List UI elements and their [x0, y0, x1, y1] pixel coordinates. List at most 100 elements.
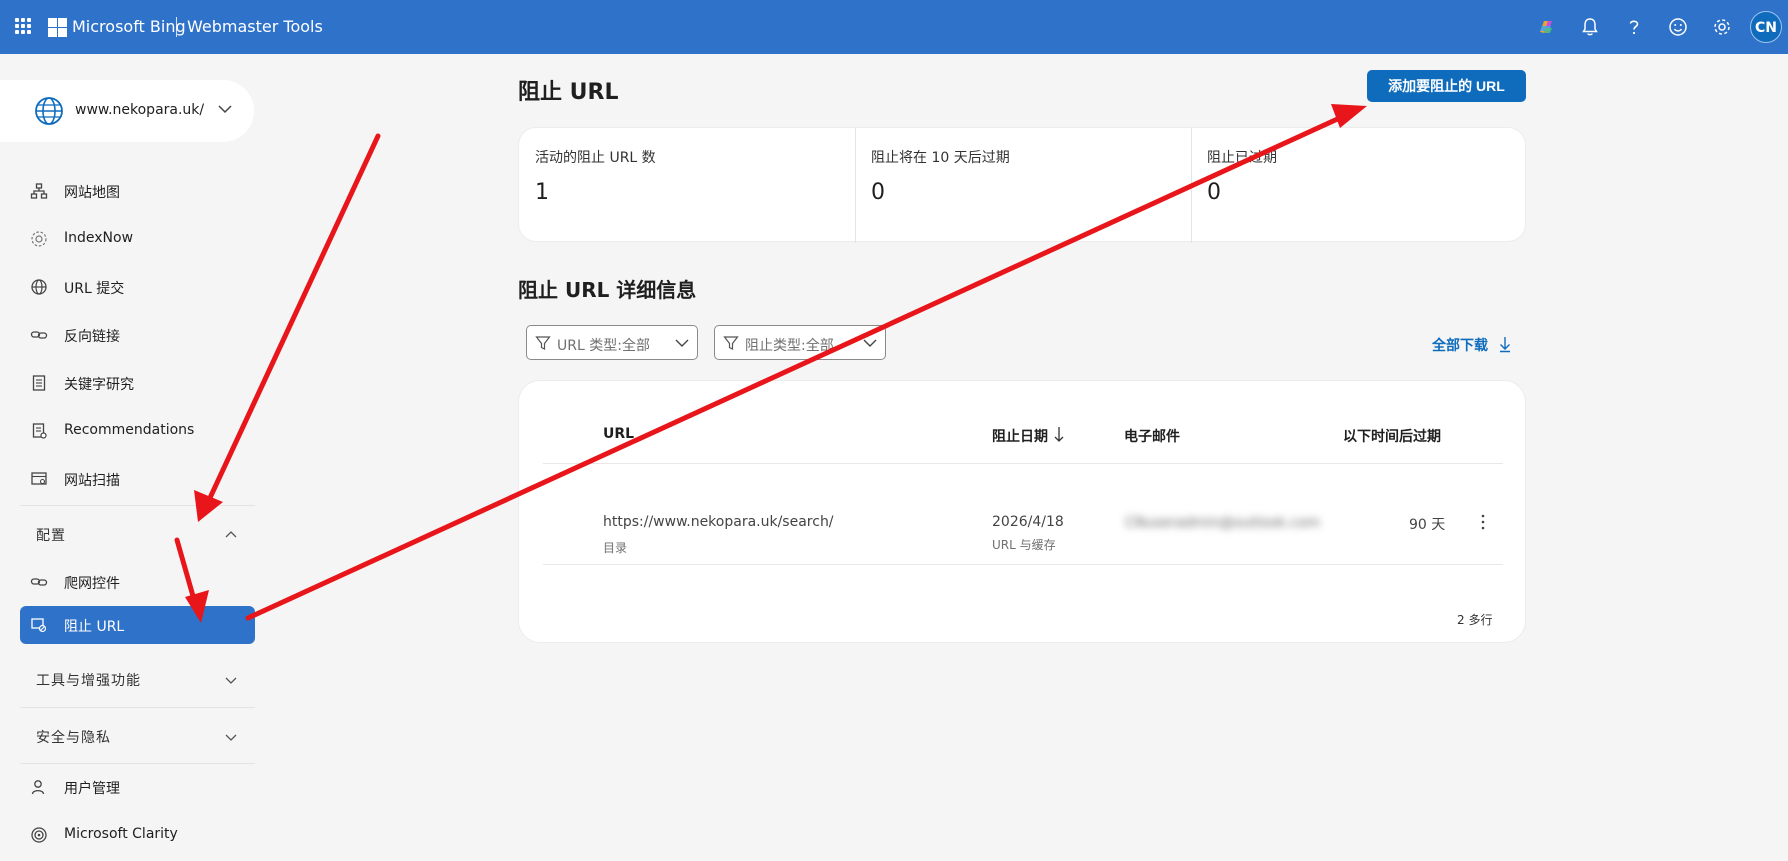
row-url-type: 目录	[603, 541, 628, 555]
brand-name[interactable]: Microsoft Bing	[72, 17, 186, 36]
url-type-filter[interactable]: URL 类型:全部	[526, 325, 698, 360]
stat-expiring-soon: 阻止将在 10 天后过期 0	[855, 128, 1191, 243]
group-label: 安全与隐私	[36, 730, 111, 746]
indexnow-icon	[31, 231, 47, 247]
row-expires: 90 天	[1409, 517, 1446, 533]
details-title: 阻止 URL 详细信息	[518, 278, 697, 302]
sidebar-item-label: 网站扫描	[64, 473, 120, 489]
bell-icon[interactable]	[1579, 16, 1601, 38]
chevron-up-icon	[225, 531, 237, 538]
recommendations-icon	[32, 423, 47, 439]
stat-label: 阻止将在 10 天后过期	[871, 150, 1010, 166]
link-icon	[30, 578, 48, 586]
stats-card: 活动的阻止 URL 数 1 阻止将在 10 天后过期 0 阻止已过期 0	[518, 127, 1527, 243]
chevron-down-icon	[225, 677, 237, 684]
sidebar-divider	[20, 763, 255, 764]
page-title: 阻止 URL	[518, 80, 619, 105]
user-icon	[31, 780, 45, 795]
column-header-expires[interactable]: 以下时间后过期	[1343, 426, 1441, 446]
microsoft-logo-icon	[48, 18, 67, 37]
stat-value: 0	[1207, 180, 1221, 205]
sidebar-item-recommendations[interactable]: Recommendations	[20, 412, 255, 450]
sidebar-item-label: 关键字研究	[64, 377, 134, 393]
chevron-down-icon[interactable]	[216, 100, 234, 118]
add-blocked-url-button[interactable]: 添加要阻止的 URL	[1367, 70, 1526, 102]
sidebar-item-label: IndexNow	[64, 230, 134, 246]
product-name[interactable]: Webmaster Tools	[187, 17, 323, 36]
more-options-icon[interactable]	[1475, 511, 1491, 533]
sidebar-group-config[interactable]: 配置	[20, 514, 255, 554]
smiley-icon[interactable]	[1667, 16, 1689, 38]
stat-value: 0	[871, 180, 885, 205]
chevron-down-icon	[225, 734, 237, 741]
sidebar-item-indexnow[interactable]: IndexNow	[20, 220, 255, 258]
sidebar-item-crawl-control[interactable]: 爬网控件	[20, 563, 255, 601]
stat-label: 阻止已过期	[1207, 150, 1277, 166]
help-icon[interactable]	[1623, 16, 1645, 38]
sidebar-item-label: Microsoft Clarity	[64, 826, 178, 842]
copilot-icon[interactable]	[1535, 16, 1557, 38]
block-type-filter[interactable]: 阻止类型:全部	[714, 325, 886, 360]
sidebar-item-user-management[interactable]: 用户管理	[20, 768, 255, 806]
app-launcher-icon[interactable]	[15, 18, 31, 34]
sidebar-item-backlinks[interactable]: 反向链接	[20, 316, 255, 354]
sidebar-item-keyword-research[interactable]: 关键字研究	[20, 364, 255, 402]
row-divider	[543, 564, 1503, 565]
clarity-icon	[31, 827, 47, 843]
document-icon	[32, 375, 46, 391]
stat-active-blocks: 活动的阻止 URL 数 1	[519, 128, 855, 243]
sidebar-item-url-submission[interactable]: URL 提交	[20, 268, 255, 306]
sidebar-item-label: 网站地图	[64, 185, 120, 201]
row-date: 2026/4/18	[992, 514, 1064, 530]
row-url: https://www.nekopara.uk/search/	[603, 514, 834, 530]
globe-icon	[31, 279, 47, 295]
scan-icon	[31, 472, 47, 485]
row-block-type: URL 与缓存	[992, 538, 1056, 552]
globe-icon	[35, 97, 63, 125]
sidebar-item-label: 用户管理	[64, 781, 120, 797]
sidebar-group-privacy[interactable]: 安全与隐私	[20, 716, 255, 756]
link-icon	[30, 331, 48, 339]
filter-label: URL 类型:全部	[557, 338, 650, 354]
sitemap-icon	[30, 183, 48, 199]
avatar[interactable]: CN	[1750, 11, 1782, 43]
sidebar-item-label: 爬网控件	[64, 576, 120, 592]
sidebar-item-label: URL 提交	[64, 281, 125, 297]
sidebar-item-site-scan[interactable]: 网站扫描	[20, 460, 255, 498]
sort-down-icon[interactable]	[1053, 425, 1065, 445]
chevron-down-icon	[675, 339, 689, 347]
site-selector[interactable]: www.nekopara.uk/	[0, 80, 254, 142]
site-name: www.nekopara.uk/	[75, 102, 205, 118]
sidebar-item-label: Recommendations	[64, 422, 195, 438]
column-header-url[interactable]: URL	[603, 426, 634, 442]
brand-divider	[176, 17, 177, 37]
download-all-link[interactable]: 全部下载	[1432, 335, 1488, 355]
chevron-down-icon	[863, 339, 877, 347]
sidebar-divider	[20, 505, 255, 506]
group-label: 工具与增强功能	[36, 673, 141, 689]
sidebar-item-sitemap[interactable]: 网站地图	[20, 172, 255, 210]
group-label: 配置	[36, 528, 66, 544]
stat-label: 活动的阻止 URL 数	[535, 150, 656, 166]
top-bar: Microsoft Bing Webmaster Tools CN	[0, 0, 1788, 54]
sidebar-group-tools[interactable]: 工具与增强功能	[20, 659, 255, 699]
column-header-email[interactable]: 电子邮件	[1124, 426, 1180, 446]
download-icon[interactable]	[1498, 335, 1512, 353]
gear-icon[interactable]	[1711, 16, 1733, 38]
sidebar-item-label: 反向链接	[64, 329, 120, 345]
stat-expired: 阻止已过期 0	[1191, 128, 1527, 243]
header-divider	[543, 463, 1503, 464]
filter-icon	[723, 336, 739, 350]
filter-icon	[535, 336, 551, 350]
row-email: CNuseradmin@outlook.com	[1125, 515, 1321, 531]
more-rows-label[interactable]: 2 多行	[1457, 611, 1492, 628]
sidebar-divider	[20, 707, 255, 708]
sidebar-item-clarity[interactable]: Microsoft Clarity	[20, 816, 255, 854]
filter-label: 阻止类型:全部	[745, 338, 834, 354]
block-url-icon	[31, 618, 47, 633]
column-header-date[interactable]: 阻止日期	[992, 426, 1048, 446]
blocked-urls-table: URL 阻止日期 电子邮件 以下时间后过期 https://www.nekopa…	[518, 380, 1526, 643]
sidebar-item-block-url[interactable]: 阻止 URL	[20, 606, 255, 644]
sidebar-item-label: 阻止 URL	[64, 619, 125, 635]
stat-value: 1	[535, 180, 549, 205]
